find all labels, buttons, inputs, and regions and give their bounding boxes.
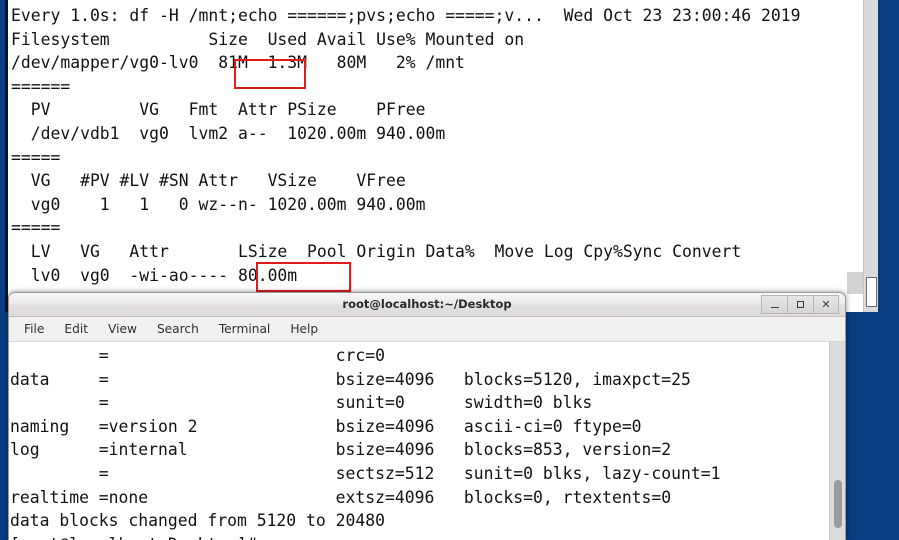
window-title: root@localhost:~/Desktop [342,297,512,311]
window-controls[interactable]: ✕ [761,295,839,314]
terminal-line: = sunit=0 swidth=0 blks [10,393,593,413]
menu-item-search[interactable]: Search [155,321,201,337]
terminal-line: LV VG Attr LSize Pool Origin Data% Move … [11,241,742,261]
maximize-icon [797,301,804,308]
minimize-button[interactable] [761,295,787,314]
title-bar[interactable]: root@localhost:~/Desktop ✕ [9,293,845,317]
terminal-line: = sectsz=512 sunit=0 blks, lazy-count=1 [10,463,721,483]
menu-item-terminal[interactable]: Terminal [217,321,273,337]
terminal-line: ====== [11,76,71,96]
close-icon: ✕ [821,298,831,311]
terminal-scrollbar[interactable] [829,342,845,540]
terminal-line: VG #PV #LV #SN Attr VSize VFree [11,171,406,191]
terminal-line: ===== [11,147,61,167]
terminal-body[interactable]: = crc=0 data = bsize=4096 blocks=5120, i… [9,342,845,540]
watch-output-terminal[interactable]: Every 1.0s: df -H /mnt;echo ======;pvs;e… [0,0,878,312]
scrollbar-thumb[interactable] [866,277,877,307]
watch-terminal-screen[interactable]: Every 1.0s: df -H /mnt;echo ======;pvs;e… [10,0,868,312]
terminal-line: /dev/mapper/vg0-lv0 81M 1.3M 80M 2% /mnt [11,53,465,73]
close-button[interactable]: ✕ [813,295,839,314]
terminal-line: ===== [11,218,61,238]
scrollbar-thumb[interactable] [834,480,842,528]
terminal-line: vg0 1 1 0 wz--n- 1020.00m 940.00m [11,194,426,214]
watch-terminal-scrollbar[interactable] [863,0,878,312]
terminal-line: Filesystem Size Used Avail Use% Mounted … [11,29,525,49]
menu-bar[interactable]: File Edit View Search Terminal Help [9,317,845,342]
window-corner-nub [847,272,863,294]
terminal-line: lv0 vg0 -wi-ao---- 80.00m [11,265,298,285]
minimize-icon [770,307,779,308]
terminal-line: data = bsize=4096 blocks=5120, imaxpct=2… [10,369,691,389]
maximize-button[interactable] [787,295,813,314]
terminal-line: data blocks changed from 5120 to 20480 [10,511,385,531]
menu-item-help[interactable]: Help [288,321,320,337]
terminal-window[interactable]: root@localhost:~/Desktop ✕ File Edit Vie… [8,292,846,540]
terminal-line: /dev/vdb1 vg0 lvm2 a-- 1020.00m 940.00m [11,123,446,143]
menu-item-file[interactable]: File [22,321,46,337]
menu-item-view[interactable]: View [106,321,139,337]
terminal-line: Every 1.0s: df -H /mnt;echo ======;pvs;e… [11,6,801,25]
terminal-screen[interactable]: = crc=0 data = bsize=4096 blocks=5120, i… [9,344,829,540]
terminal-line: log =internal bsize=4096 blocks=853, ver… [10,440,672,460]
terminal-line: [root@localhost Desktop]# [10,533,829,540]
terminal-line: PV VG Fmt Attr PSize PFree [11,100,426,120]
terminal-line: = crc=0 [10,346,385,365]
menu-item-edit[interactable]: Edit [62,321,90,337]
terminal-line: realtime =none extsz=4096 blocks=0, rtex… [10,487,672,507]
terminal-line: naming =version 2 bsize=4096 ascii-ci=0 … [10,416,642,436]
